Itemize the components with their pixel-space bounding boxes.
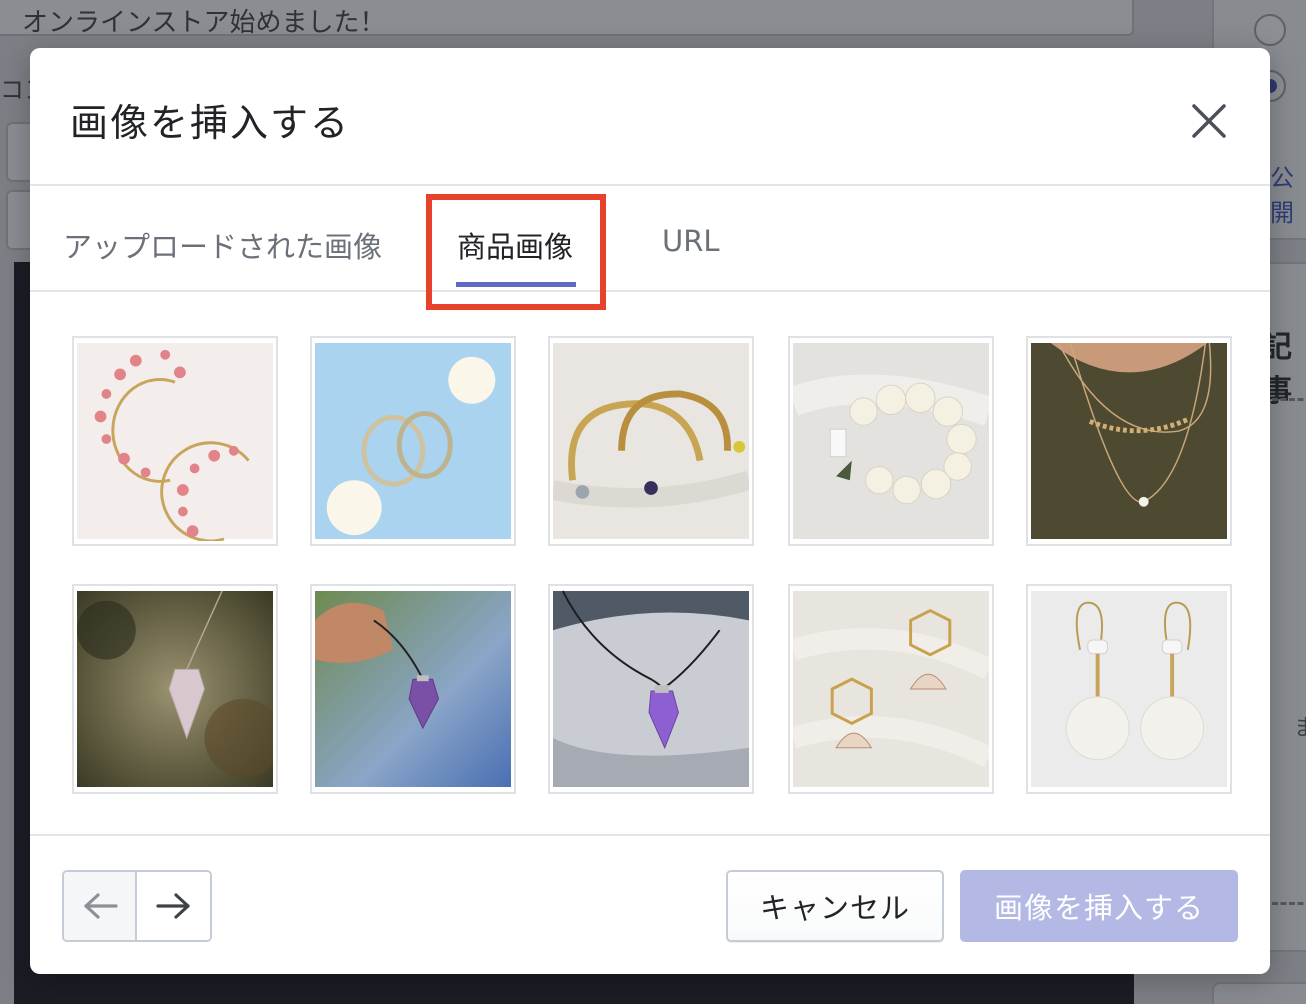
image-thumbnail-amethyst-pendant-stone[interactable] — [548, 584, 754, 794]
image-thumbnail-gold-cuff-bracelets[interactable] — [548, 336, 754, 546]
arrow-left-icon — [83, 893, 118, 919]
image-thumbnail-amethyst-pendant-hand[interactable] — [310, 584, 516, 794]
amethyst-pendant-stone-image — [553, 590, 749, 787]
modal-header: 画像を挿入する — [30, 48, 1270, 186]
previous-page-button[interactable] — [64, 872, 138, 940]
image-thumbnail-shell-hexagon-earrings[interactable] — [788, 584, 994, 794]
visibility-radio-hidden — [1254, 14, 1286, 46]
next-page-button[interactable] — [137, 872, 210, 940]
layered-gold-necklace-image — [1031, 342, 1227, 539]
white-disc-drop-earrings-image — [1031, 591, 1227, 787]
visibility-link: 公開 — [1270, 164, 1294, 227]
divider — [1272, 398, 1306, 401]
amethyst-pendant-hand-image — [315, 591, 511, 787]
pagination — [62, 870, 212, 942]
crystal-pendulum-image — [77, 590, 273, 787]
product-image-grid — [30, 294, 1270, 834]
close-button[interactable] — [1180, 92, 1238, 150]
image-thumbnail-crystal-pendulum[interactable] — [72, 584, 278, 794]
pink-flower-hoop-earrings-image — [77, 343, 273, 541]
modal-title: 画像を挿入する — [70, 101, 351, 145]
image-source-tabs: アップロードされた画像 商品画像 URL — [30, 186, 1270, 310]
tab-product-images[interactable]: 商品画像 — [457, 186, 573, 290]
post-title-input: オンラインストア始めました！ — [0, 0, 1134, 36]
tab-url[interactable]: URL — [662, 186, 720, 290]
modal-footer: キャンセル 画像を挿入する — [30, 834, 1270, 974]
image-thumbnail-white-disc-drop-earrings[interactable] — [1026, 584, 1232, 794]
article-panel-text: ま — [1294, 716, 1306, 741]
active-tab-indicator — [456, 282, 576, 287]
image-thumbnail-gold-hoop-earrings-blue[interactable] — [310, 336, 516, 546]
shell-hexagon-earrings-image — [793, 591, 989, 787]
side-panel — [1212, 982, 1306, 1004]
gold-hoop-earrings-blue-image — [315, 343, 511, 539]
image-thumbnail-layered-gold-necklace[interactable] — [1026, 336, 1232, 546]
white-bead-bracelet-image — [793, 343, 989, 539]
image-thumbnail-white-bead-bracelet[interactable] — [788, 336, 994, 546]
close-icon — [1192, 104, 1226, 138]
image-thumbnail-pink-flower-hoop-earrings[interactable] — [72, 336, 278, 546]
cancel-button[interactable]: キャンセル — [726, 870, 944, 942]
arrow-right-icon — [155, 893, 190, 919]
gold-cuff-bracelets-image — [553, 343, 749, 539]
tab-uploaded-images[interactable]: アップロードされた画像 — [63, 186, 382, 290]
insert-image-button[interactable]: 画像を挿入する — [960, 870, 1238, 942]
divider — [1272, 902, 1306, 905]
insert-image-modal: 画像を挿入する アップロードされた画像 商品画像 URL キャンセル 画像を挿入… — [30, 48, 1270, 974]
